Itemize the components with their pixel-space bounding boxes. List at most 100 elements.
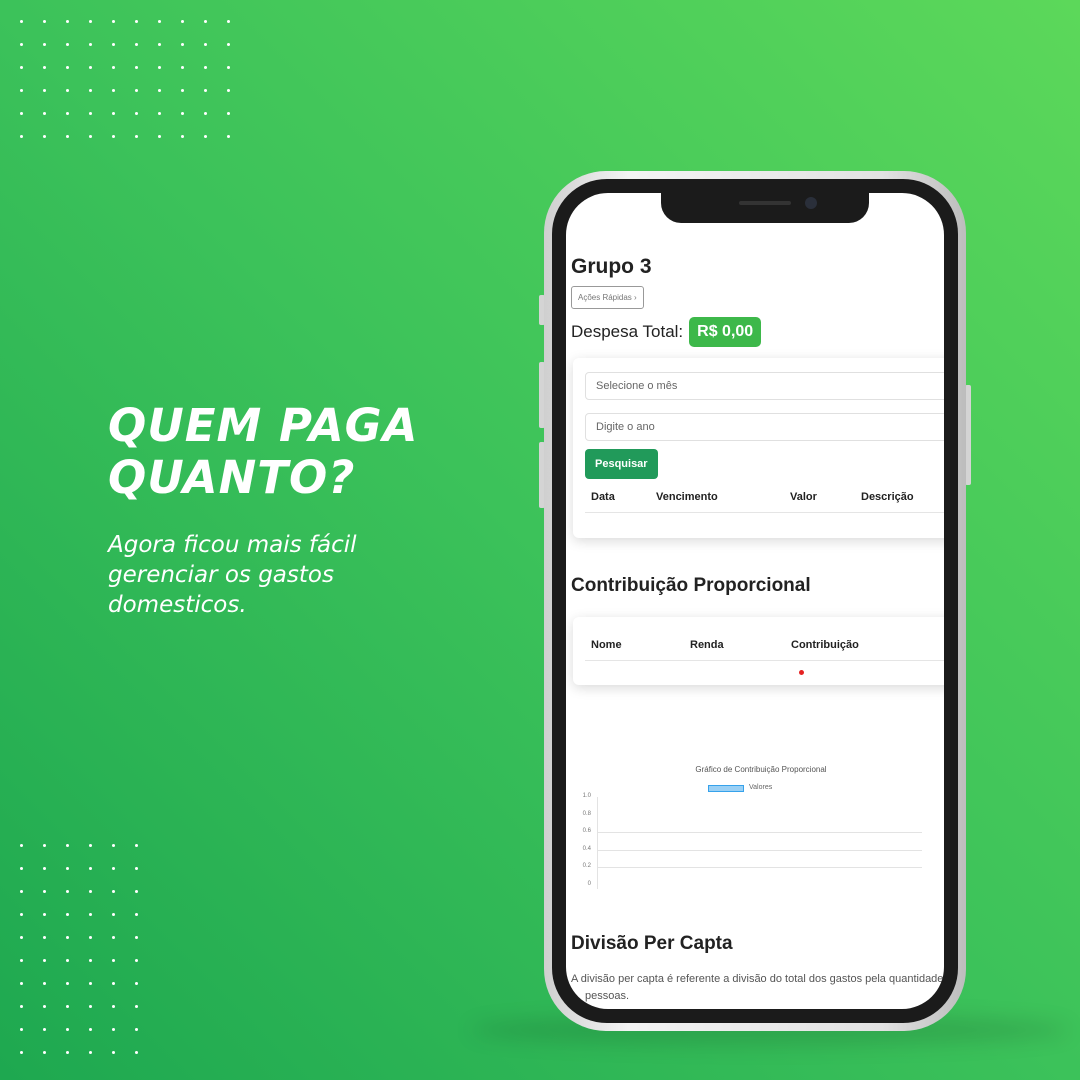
dot: [204, 89, 207, 92]
phone-mockup: Grupo 3 Ações Rápidas › Despesa Total: R…: [544, 171, 966, 1031]
dot: [66, 20, 69, 23]
column-header: Renda: [690, 639, 724, 651]
dot: [89, 112, 92, 115]
dot: [135, 1005, 138, 1008]
y-tick-label: 1.0: [582, 793, 591, 799]
column-header: Vencimento: [656, 491, 718, 503]
dot: [135, 1028, 138, 1031]
contribution-title: Contribuição Proporcional: [571, 575, 811, 596]
dot: [112, 66, 115, 69]
dot-pattern-bottom: [10, 834, 148, 1064]
quick-actions-button[interactable]: Ações Rápidas ›: [571, 286, 644, 309]
legend-label: Valores: [749, 784, 773, 791]
dot: [227, 112, 230, 115]
dot: [204, 135, 207, 138]
dot: [43, 936, 46, 939]
dot: [43, 89, 46, 92]
gridline: [597, 867, 922, 868]
dot: [227, 20, 230, 23]
table-divider: [585, 512, 944, 513]
dot: [89, 135, 92, 138]
dot: [227, 66, 230, 69]
dot: [66, 890, 69, 893]
chart-title: Gráfico de Contribuição Proporcional: [695, 765, 827, 774]
column-header: Contribuição: [791, 639, 859, 651]
y-tick-label: 0.6: [582, 828, 591, 834]
dot: [66, 66, 69, 69]
dot: [43, 112, 46, 115]
y-axis: [597, 797, 598, 889]
speaker-icon: [739, 201, 791, 205]
total-label: Despesa Total:: [571, 322, 684, 341]
dot: [204, 43, 207, 46]
dot: [135, 20, 138, 23]
headline-line: QUEM PAGA: [108, 399, 419, 452]
dot: [112, 982, 115, 985]
dot: [112, 43, 115, 46]
dot: [135, 112, 138, 115]
dot: [20, 890, 23, 893]
dot: [66, 844, 69, 847]
dot-pattern-top: [10, 10, 240, 148]
search-button[interactable]: Pesquisar: [585, 449, 658, 479]
dot: [43, 982, 46, 985]
dot: [112, 112, 115, 115]
dot: [43, 913, 46, 916]
y-tick-label: 0: [587, 880, 591, 887]
page-title: Grupo 3: [571, 255, 652, 278]
dot: [43, 844, 46, 847]
dot: [158, 20, 161, 23]
dot: [43, 66, 46, 69]
dot: [112, 135, 115, 138]
y-tick-label: 0.8: [582, 810, 591, 817]
dot: [181, 135, 184, 138]
dot: [227, 89, 230, 92]
contribution-chart: Gráfico de Contribuição Proporcional Val…: [571, 753, 944, 893]
dot: [20, 936, 23, 939]
dot: [135, 1051, 138, 1054]
month-select[interactable]: Selecione o mês: [585, 372, 944, 400]
total-value-badge: R$ 0,00: [689, 317, 762, 347]
per-capita-description: A divisão per capta é referente a divisã…: [571, 971, 944, 1005]
dot: [89, 913, 92, 916]
dot: [43, 890, 46, 893]
dot: [89, 890, 92, 893]
dot: [135, 936, 138, 939]
dot: [66, 867, 69, 870]
dot: [20, 913, 23, 916]
dot: [158, 135, 161, 138]
dot: [112, 1028, 115, 1031]
phone-bezel: Grupo 3 Ações Rápidas › Despesa Total: R…: [552, 179, 958, 1023]
dot: [135, 844, 138, 847]
dot: [89, 66, 92, 69]
dot: [89, 20, 92, 23]
dot: [89, 982, 92, 985]
dot: [135, 890, 138, 893]
dot: [20, 959, 23, 962]
dot: [112, 20, 115, 23]
dot: [89, 844, 92, 847]
year-input[interactable]: Digite o ano: [585, 413, 944, 441]
dot: [135, 913, 138, 916]
table-divider: [585, 660, 944, 661]
dot: [66, 913, 69, 916]
contribution-card: Nome Renda Contribuição: [573, 617, 944, 685]
dot: [181, 112, 184, 115]
dot: [135, 66, 138, 69]
y-tick-label: 0.2: [582, 863, 591, 869]
dot: [20, 135, 23, 138]
dot: [20, 66, 23, 69]
dot: [66, 89, 69, 92]
dot: [43, 1028, 46, 1031]
subtitle-line: gerenciar os gastos: [108, 562, 334, 588]
dot: [43, 20, 46, 23]
dot: [112, 844, 115, 847]
loading-dot: [799, 670, 804, 675]
dot: [66, 1028, 69, 1031]
headline-line: QUANTO?: [108, 451, 356, 504]
subtitle: Agora ficou mais fácil gerenciar os gast…: [108, 530, 357, 620]
dot: [66, 936, 69, 939]
dot: [20, 43, 23, 46]
phone-screen: Grupo 3 Ações Rápidas › Despesa Total: R…: [566, 193, 944, 1009]
filter-card: Selecione o mês Digite o ano Pesquisar D…: [573, 358, 944, 538]
